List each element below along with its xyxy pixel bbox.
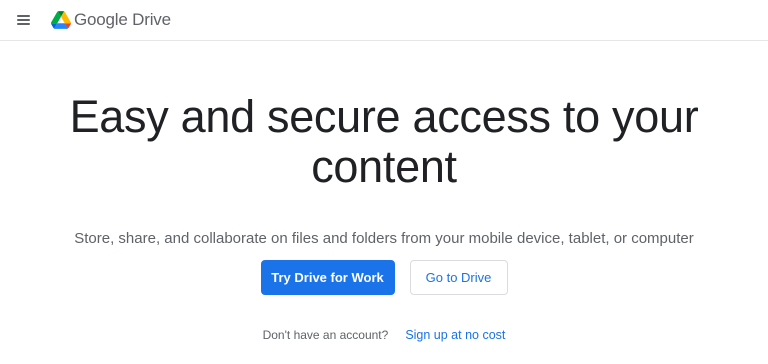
menu-bar-line xyxy=(17,15,30,17)
top-bar: Google Drive xyxy=(0,0,768,41)
google-drive-logo-icon xyxy=(51,11,71,29)
menu-bar-line xyxy=(17,19,30,21)
cta-button-group: Try Drive for Work Go to Drive xyxy=(0,260,768,295)
hero-section: Easy and secure access to your content xyxy=(0,92,768,192)
brand-google-text: Google xyxy=(74,10,128,29)
hamburger-menu-icon[interactable] xyxy=(15,12,33,28)
try-drive-for-work-button[interactable]: Try Drive for Work xyxy=(260,260,395,295)
go-to-drive-button[interactable]: Go to Drive xyxy=(409,260,508,295)
signup-link[interactable]: Sign up at no cost xyxy=(405,328,505,342)
hero-subtitle: Store, share, and collaborate on files a… xyxy=(74,230,694,247)
brand-wordmark: Google Drive xyxy=(74,10,171,30)
signup-row: Don't have an account? Sign up at no cos… xyxy=(0,328,768,342)
signup-prompt: Don't have an account? xyxy=(262,328,389,342)
page-title: Easy and secure access to your content xyxy=(69,91,699,192)
menu-bar-line xyxy=(17,23,30,25)
brand-product-text: Drive xyxy=(132,10,171,29)
google-drive-logo-link[interactable]: Google Drive xyxy=(51,9,171,31)
